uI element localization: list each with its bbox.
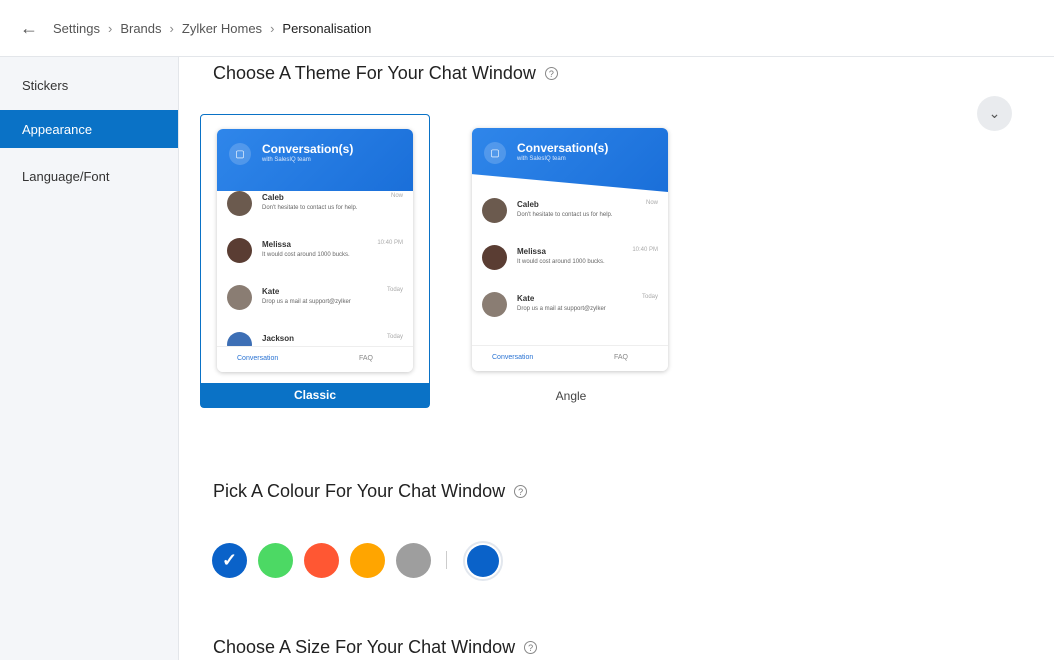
- help-icon[interactable]: ?: [524, 641, 538, 654]
- sidebar-item-label: Stickers: [22, 77, 69, 93]
- preview-title: Conversation(s): [262, 142, 354, 156]
- chevron-right-icon: ›: [270, 20, 275, 36]
- help-icon[interactable]: ?: [544, 67, 558, 80]
- colour-swatch-blue[interactable]: ✓: [212, 543, 247, 578]
- help-icon[interactable]: ?: [514, 485, 528, 498]
- sidebar-item-appearance[interactable]: Appearance: [0, 110, 178, 148]
- breadcrumb-settings[interactable]: Settings: [53, 21, 100, 36]
- size-heading: Choose A Size For Your Chat Window ?: [213, 637, 538, 658]
- chat-name: Jackson: [262, 334, 295, 343]
- chat-message: It would cost around 1000 bucks.: [517, 259, 605, 265]
- chat-time: Now: [645, 200, 658, 206]
- chat-name: Caleb: [262, 193, 284, 202]
- colour-heading-text: Pick A Colour For Your Chat Window: [213, 481, 506, 501]
- chevron-right-icon: ›: [107, 20, 113, 36]
- chat-message: Don't hesitate to contact us for help.: [517, 212, 613, 218]
- preview-header: ▢ Conversation(s) with SalesIQ team: [217, 129, 413, 191]
- chevron-down-icon: ⌄: [988, 105, 1001, 121]
- preview-subtitle: with SalesIQ team: [517, 156, 566, 162]
- avatar: [482, 198, 507, 223]
- chat-time: Today: [641, 294, 658, 300]
- avatar: [482, 292, 507, 317]
- preview-footer: Conversation FAQ: [472, 345, 668, 371]
- list-item: Melissa It would cost around 1000 bucks.…: [472, 241, 668, 281]
- back-arrow-icon[interactable]: ←: [20, 18, 40, 39]
- chat-name: Melissa: [517, 247, 546, 256]
- colour-swatch-orange[interactable]: [350, 543, 385, 578]
- chat-message: Don't hesitate to contact us for help.: [262, 205, 358, 211]
- chat-time: 10:40 PM: [632, 247, 658, 253]
- preview-footer: Conversation FAQ: [217, 346, 413, 372]
- custom-colour-fill: [467, 545, 499, 577]
- chat-name: Kate: [262, 287, 280, 296]
- preview-tab-conversation: Conversation: [492, 354, 534, 361]
- check-icon: ✓: [221, 550, 238, 570]
- colour-swatch-green[interactable]: [258, 543, 293, 578]
- chat-name: Melissa: [262, 240, 291, 249]
- chat-message: Drop us a mail at support@zylker: [517, 306, 606, 312]
- list-item: Melissa It would cost around 1000 bucks.…: [217, 234, 413, 274]
- custom-colour-picker[interactable]: [463, 541, 503, 581]
- theme-card-classic[interactable]: ▢ Conversation(s) with SalesIQ team Cale…: [200, 114, 430, 408]
- avatar: [482, 245, 507, 270]
- breadcrumb-zylker-homes[interactable]: Zylker Homes: [182, 21, 262, 36]
- sidebar-item-stickers[interactable]: Stickers: [0, 66, 178, 104]
- colour-heading: Pick A Colour For Your Chat Window ?: [213, 481, 528, 502]
- preview-tab-conversation: Conversation: [237, 355, 279, 362]
- sidebar-item-language-font[interactable]: Language/Font: [0, 157, 178, 195]
- swatch-divider: [446, 551, 447, 569]
- chevron-right-icon: ›: [169, 20, 174, 36]
- chat-message: It would cost around 1000 bucks.: [262, 252, 350, 258]
- chat-bubble-icon: ▢: [484, 142, 506, 164]
- chat-bubble-icon: ▢: [229, 143, 251, 165]
- preview-subtitle: with SalesIQ team: [262, 157, 311, 163]
- list-item: Caleb Don't hesitate to contact us for h…: [217, 187, 413, 227]
- sidebar: Stickers Appearance Language/Font: [0, 57, 179, 660]
- avatar: [227, 285, 252, 310]
- chat-time: 10:40 PM: [377, 240, 403, 246]
- chat-name: Kate: [517, 294, 535, 303]
- breadcrumb-brands[interactable]: Brands: [120, 21, 161, 36]
- preview-tab-faq: FAQ: [613, 354, 628, 361]
- preview-tab-faq: FAQ: [358, 355, 373, 362]
- theme-label-angle: Angle: [555, 389, 587, 403]
- sidebar-item-label: Appearance: [22, 121, 93, 137]
- chat-time: Today: [386, 287, 403, 293]
- colour-swatch-red[interactable]: [304, 543, 339, 578]
- classic-preview: ▢ Conversation(s) with SalesIQ team Cale…: [217, 129, 413, 372]
- theme-heading-text: Choose A Theme For Your Chat Window: [213, 63, 536, 83]
- chat-time: Today: [386, 334, 403, 340]
- sidebar-item-label: Language/Font: [22, 168, 110, 184]
- collapse-button[interactable]: ⌄: [977, 96, 1012, 131]
- preview-header: ▢ Conversation(s) with SalesIQ team: [472, 128, 668, 192]
- theme-heading: Choose A Theme For Your Chat Window ?: [213, 63, 558, 84]
- avatar: [227, 191, 252, 216]
- theme-label-classic: Classic: [201, 383, 429, 407]
- preview-title: Conversation(s): [517, 141, 609, 155]
- list-item: Caleb Don't hesitate to contact us for h…: [472, 194, 668, 234]
- top-bar: ← Settings › Brands › Zylker Homes › Per…: [0, 0, 1054, 57]
- breadcrumb-personalisation: Personalisation: [282, 20, 372, 36]
- chat-message: Drop us a mail at support@zylker: [262, 299, 351, 305]
- avatar: [227, 238, 252, 263]
- chat-name: Caleb: [517, 200, 539, 209]
- colour-swatch-grey[interactable]: [396, 543, 431, 578]
- list-item: Kate Drop us a mail at support@zylker To…: [217, 281, 413, 321]
- list-item: Kate Drop us a mail at support@zylker To…: [472, 288, 668, 328]
- chat-time: Now: [390, 193, 403, 199]
- size-heading-text: Choose A Size For Your Chat Window: [213, 637, 516, 657]
- theme-card-angle[interactable]: ▢ Conversation(s) with SalesIQ team Cale…: [456, 114, 686, 408]
- angle-preview: ▢ Conversation(s) with SalesIQ team Cale…: [472, 128, 668, 371]
